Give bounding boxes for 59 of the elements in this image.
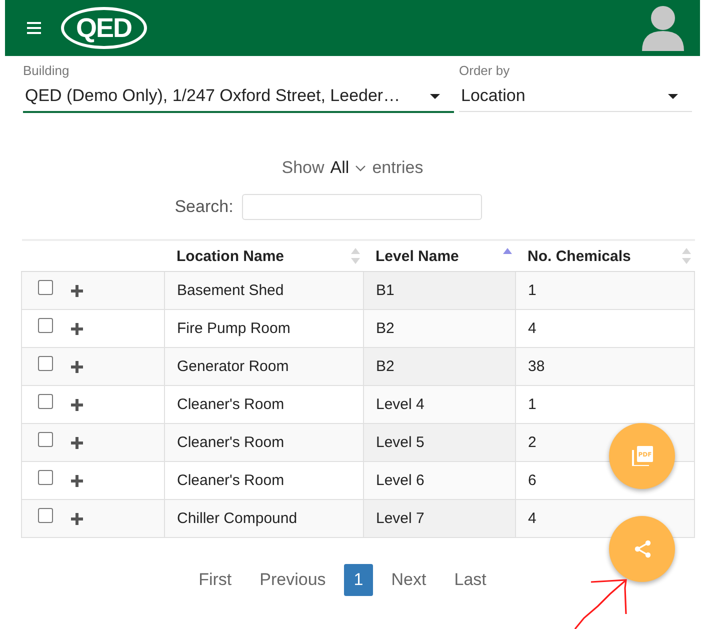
table-cell: 38 [516,348,694,386]
page-button[interactable]: Last [444,564,496,596]
sort-icon [682,248,690,264]
plus-icon [71,322,83,334]
table-cell: Level 7 [364,500,516,538]
table-cell: B2 [364,348,516,386]
search-field[interactable] [242,194,482,220]
logo: QED [61,7,147,49]
expand-button[interactable] [71,322,83,334]
checkbox[interactable] [38,318,53,333]
table-cell: B2 [364,310,516,348]
sort-ascending-icon [502,248,512,254]
dropdown-icon [430,94,440,98]
avatar-icon[interactable] [640,3,686,53]
page-button[interactable]: Previous [250,564,336,596]
checkbox[interactable] [38,470,53,485]
expand-button[interactable] [71,512,83,524]
table-cell: 1 [516,272,694,310]
expand-button[interactable] [71,284,83,296]
page-button[interactable]: First [188,564,242,596]
plus-icon [71,474,83,486]
table-cell: Level 4 [364,386,516,424]
chevron-down-icon [355,164,366,172]
table-cell: Chiller Compound [164,500,364,538]
field-label: Order by [459,63,511,80]
plus-icon [71,398,83,410]
search-label: Search: [174,197,234,217]
sort-icon [350,248,360,264]
checkbox[interactable] [38,508,53,523]
table-cell: Generator Room [164,348,364,386]
expand-button[interactable] [71,474,83,486]
show-label: Show [282,158,324,178]
checkbox[interactable] [38,356,53,371]
entries-label: entries [372,158,424,178]
expand-button[interactable] [71,360,83,372]
checkbox[interactable] [38,394,53,409]
checkbox[interactable] [38,432,53,447]
share-icon [634,540,650,558]
select-field[interactable]: QED (Demo Only), 1/247 Oxford Street, Leeder… [23,81,454,113]
expand-button[interactable] [71,398,83,410]
table-cell: B1 [364,272,516,310]
menu-icon [27,22,41,34]
plus-icon [71,436,83,448]
checkbox[interactable] [38,280,53,295]
page-button[interactable]: Next [381,564,436,596]
table-cell: Level 6 [364,462,516,500]
table-cell: Cleaner's Room [164,424,364,462]
plus-icon [71,284,83,296]
plus-icon [71,512,83,524]
table-cell: Basement Shed [164,272,364,310]
select-field[interactable]: Location [459,81,692,112]
plus-icon [71,360,83,372]
table-cell: Level 5 [364,424,516,462]
field-label: Building [23,63,70,80]
menu-button[interactable] [27,22,41,34]
expand-button[interactable] [71,436,83,448]
entries-select[interactable]: All [330,158,366,178]
dropdown-icon [668,94,678,98]
page-button[interactable]: 1 [344,564,374,596]
